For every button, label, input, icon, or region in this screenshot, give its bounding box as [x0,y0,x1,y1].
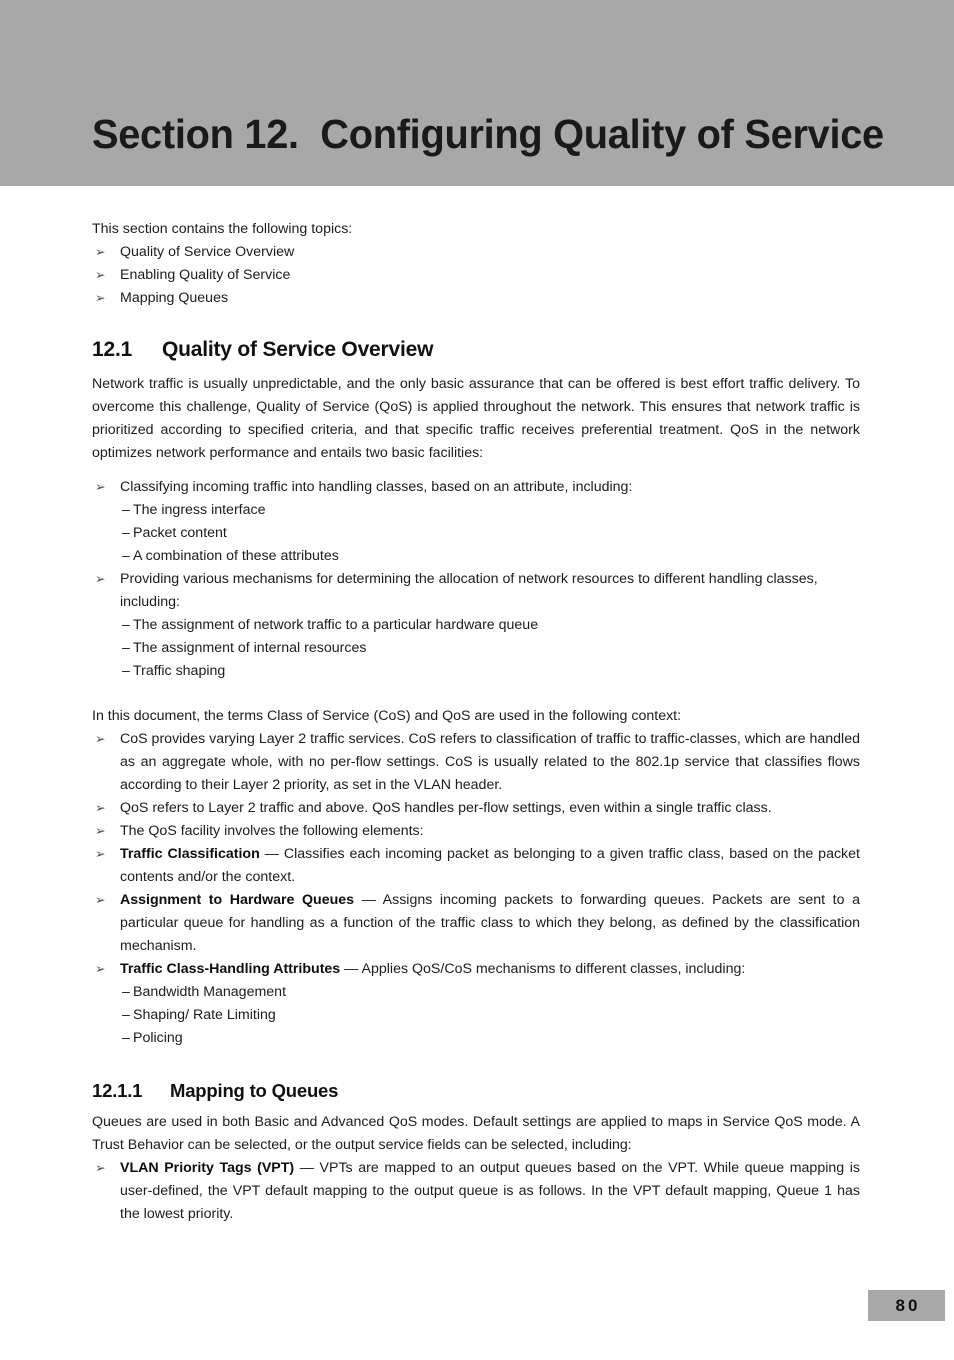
overview-paragraph: Network traffic is usually unpredictable… [92,376,860,461]
arrow-bullet-icon: ➢ [95,847,106,861]
list-item: ➢ Enabling Quality of Service [92,264,860,287]
list-item: – Packet content [92,522,860,545]
arrow-bullet-icon: ➢ [95,732,106,746]
heading-number: 12.1 [92,338,133,361]
element-label: Assignment to Hardware Queues [120,892,355,908]
context-bullet-text: The QoS facility involves the following … [120,823,424,839]
heading-text: Mapping to Queues [170,1080,339,1101]
page-content: This section contains the following topi… [92,186,860,1226]
qos-elements-list: ➢ Traffic Classification — Classifies eac… [92,843,860,981]
subitem-label: Traffic shaping [133,663,226,679]
vpt-list: ➢ VLAN Priority Tags (VPT) — VPTs are map… [92,1157,860,1226]
context-lead: In this document, the terms Class of Ser… [92,708,682,724]
arrow-bullet-icon: ➢ [95,245,106,259]
subitem-label: Policing [133,1030,183,1046]
list-item: ➢ Mapping Queues [92,287,860,310]
list-item: – The assignment of network traffic to a… [92,614,860,637]
list-item: ➢ CoS provides varying Layer 2 traffic s… [92,728,860,797]
list-item: ➢ Providing various mechanisms for deter… [92,568,860,614]
list-item: – The assignment of internal resources [92,637,860,660]
facility-1-label: Classifying incoming traffic into handli… [120,479,633,495]
arrow-bullet-icon: ➢ [95,572,106,586]
arrow-bullet-icon: ➢ [95,801,106,815]
dash-bullet-icon: – [122,640,130,656]
dash-bullet-icon: – [122,984,130,1000]
list-item: ➢ Assignment to Hardware Queues — Assigns… [92,889,860,958]
list-item: ➢ Traffic Class-Handling Attributes — App… [92,958,860,981]
dash-bullet-icon: – [122,663,130,679]
heading-12-1: 12.1 Quality of Service Overview [92,338,860,362]
topics-list: ➢ Quality of Service Overview ➢ Enabling… [92,241,860,310]
list-item: – Traffic shaping [92,660,860,683]
intro-lead: This section contains the following topi… [92,221,353,237]
arrow-bullet-icon: ➢ [95,480,106,494]
facility-2-list: ➢ Providing various mechanisms for deter… [92,568,860,614]
page-number: 80 [895,1295,921,1315]
arrow-bullet-icon: ➢ [95,1161,106,1175]
element-dash: — [361,892,376,908]
subitem-label: The assignment of internal resources [133,640,367,656]
list-item: ➢ QoS refers to Layer 2 traffic and abov… [92,797,860,820]
vpt-dash: — [299,1160,314,1176]
section-title: Section 12. Configuring Quality of Servi… [92,111,884,157]
page-number-badge: 80 [868,1290,945,1321]
vpt-label: VLAN Priority Tags (VPT) [120,1160,295,1176]
context-bullet-text: CoS provides varying Layer 2 traffic ser… [120,731,860,793]
subitem-label: The ingress interface [133,502,266,518]
context-bullet-text: QoS refers to Layer 2 traffic and above.… [120,800,772,816]
list-item: – Shaping/ Rate Limiting [92,1004,860,1027]
dash-bullet-icon: – [122,502,130,518]
facility-1-list: ➢ Classifying incoming traffic into hand… [92,476,860,499]
dash-bullet-icon: – [122,548,130,564]
element-dash: — [264,846,279,862]
list-item: ➢ VLAN Priority Tags (VPT) — VPTs are map… [92,1157,860,1226]
element-label: Traffic Class-Handling Attributes [120,961,341,977]
list-item: ➢ Quality of Service Overview [92,241,860,264]
arrow-bullet-icon: ➢ [95,268,106,282]
list-item: – A combination of these attributes [92,545,860,568]
arrow-bullet-icon: ➢ [95,893,106,907]
subitem-label: Shaping/ Rate Limiting [133,1007,276,1023]
attribute-subitems: – Bandwidth Management – Shaping/ Rate L… [92,981,860,1050]
mapping-paragraph: Queues are used in both Basic and Advanc… [92,1114,860,1153]
facility-1-subitems: – The ingress interface – Packet content… [92,499,860,568]
context-bullets-list: ➢ CoS provides varying Layer 2 traffic s… [92,728,860,843]
element-dash: — [344,961,359,977]
list-item: ➢ The QoS facility involves the followin… [92,820,860,843]
list-item: ➢ Classifying incoming traffic into hand… [92,476,860,499]
facility-2-subitems: – The assignment of network traffic to a… [92,614,860,683]
list-item: – Policing [92,1027,860,1050]
topic-label: Enabling Quality of Service [120,267,291,283]
arrow-bullet-icon: ➢ [95,824,106,838]
arrow-bullet-icon: ➢ [95,291,106,305]
heading-number: 12.1.1 [92,1080,143,1101]
dash-bullet-icon: – [122,617,130,633]
subitem-label: Packet content [133,525,227,541]
topic-label: Mapping Queues [120,290,229,306]
heading-12-1-1: 12.1.1 Mapping to Queues [92,1080,860,1102]
topic-label: Quality of Service Overview [120,244,295,260]
subitem-label: Bandwidth Management [133,984,287,1000]
arrow-bullet-icon: ➢ [95,962,106,976]
section-banner: Section 12. Configuring Quality of Servi… [0,0,954,186]
subitem-label: A combination of these attributes [133,548,339,564]
list-item: – Bandwidth Management [92,981,860,1004]
dash-bullet-icon: – [122,1030,130,1046]
dash-bullet-icon: – [122,1007,130,1023]
facility-2-label: Providing various mechanisms for determi… [120,571,818,610]
element-text: Applies QoS/CoS mechanisms to different … [361,961,746,977]
list-item: ➢ Traffic Classification — Classifies eac… [92,843,860,889]
subitem-label: The assignment of network traffic to a p… [133,617,539,633]
element-label: Traffic Classification [120,846,260,862]
heading-text: Quality of Service Overview [162,338,434,361]
list-item: – The ingress interface [92,499,860,522]
dash-bullet-icon: – [122,525,130,541]
